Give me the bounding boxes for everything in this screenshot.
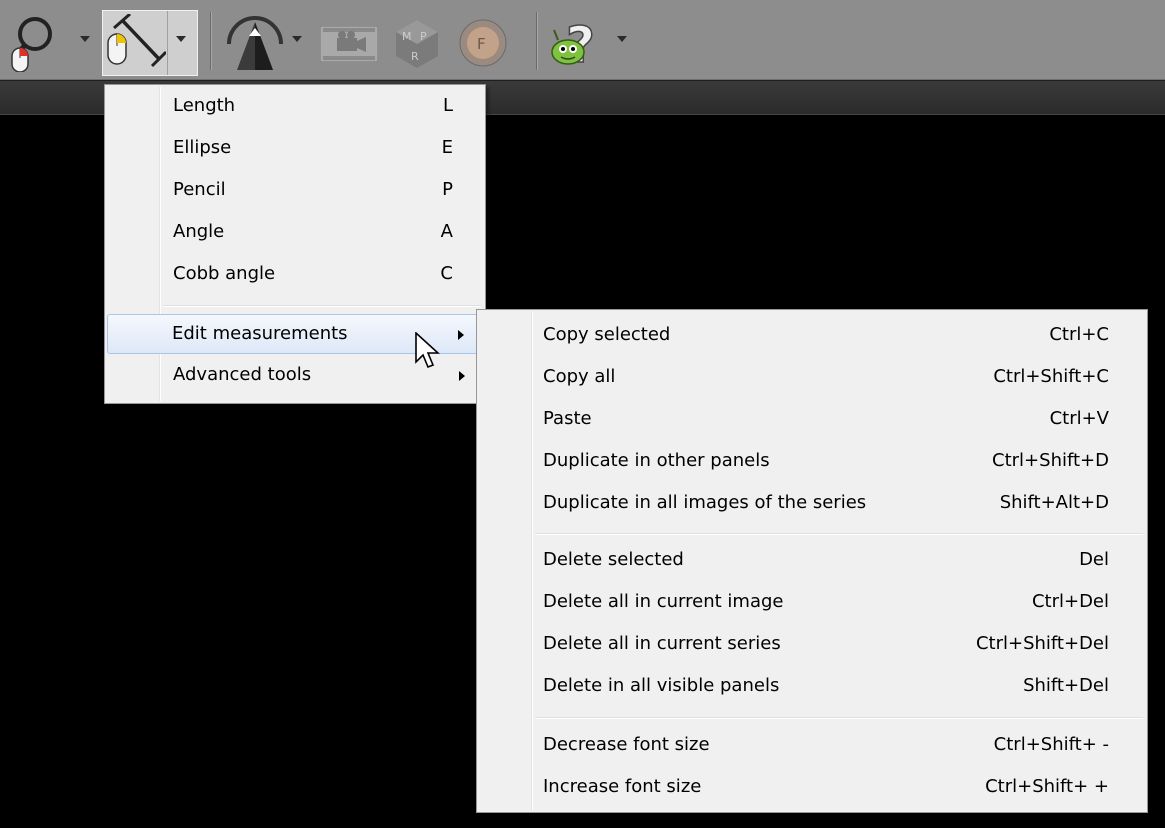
menu-item-delete-current-image[interactable]: Delete all in current image Ctrl+Del <box>479 583 1145 623</box>
svg-text:R: R <box>411 50 419 63</box>
menu-item-shortcut: Ctrl+Shift+ - <box>993 734 1109 755</box>
magnifier-dropdown-arrow-icon[interactable] <box>80 36 90 42</box>
menu-item-label: Copy selected <box>543 324 671 345</box>
toolbar-separator <box>210 12 212 70</box>
menu-item-shortcut: Ctrl+Shift+ + <box>985 776 1109 797</box>
menu-item-label: Copy all <box>543 366 616 387</box>
mpr-icon[interactable]: M P R <box>392 18 442 68</box>
menu-item-increase-font[interactable]: Increase font size Ctrl+Shift+ + <box>479 768 1145 808</box>
menu-item-label: Pencil <box>173 179 226 200</box>
menu-item-label: Cobb angle <box>173 263 276 284</box>
menu-item-angle[interactable]: Angle A <box>107 213 483 253</box>
menu-item-label: Decrease font size <box>543 734 710 755</box>
menu-item-copy-all[interactable]: Copy all Ctrl+Shift+C <box>479 358 1145 398</box>
menu-item-label: Advanced tools <box>173 364 312 385</box>
menu-item-shortcut: E <box>441 137 453 158</box>
menu-item-shortcut: L <box>442 95 453 116</box>
menu-item-delete-selected[interactable]: Delete selected Del <box>479 541 1145 581</box>
svg-text:M: M <box>402 30 412 43</box>
3d-dropdown-arrow-icon[interactable] <box>292 36 302 42</box>
menu-item-delete-visible-panels[interactable]: Delete in all visible panels Shift+Del <box>479 667 1145 707</box>
svg-text:F: F <box>477 35 486 53</box>
menu-item-shortcut: C <box>440 263 453 284</box>
menu-item-label: Edit measurements <box>172 323 348 344</box>
menu-item-label: Angle <box>173 221 225 242</box>
menu-item-label: Delete selected <box>543 549 684 570</box>
menu-item-shortcut: Shift+Del <box>1023 675 1109 696</box>
menu-item-duplicate-other-panels[interactable]: Duplicate in other panels Ctrl+Shift+D <box>479 442 1145 482</box>
menu-item-ellipse[interactable]: Ellipse E <box>107 129 483 169</box>
svg-text:P: P <box>420 30 427 43</box>
menu-item-shortcut: A <box>440 221 453 242</box>
menu-item-shortcut: Ctrl+V <box>1049 408 1109 429</box>
menu-item-label: Increase font size <box>543 776 702 797</box>
menu-separator <box>535 717 1143 719</box>
3d-tool-icon[interactable] <box>225 14 285 72</box>
help-icon[interactable]: ? <box>548 14 610 75</box>
mouse-pointer-icon <box>414 331 441 370</box>
menu-item-shortcut: Ctrl+Shift+D <box>992 450 1109 471</box>
menu-separator <box>163 305 481 307</box>
menu-item-label: Duplicate in other panels <box>543 450 770 471</box>
main-toolbar: M P R F ? <box>0 0 1165 80</box>
menu-item-shortcut: Ctrl+Del <box>1031 591 1109 612</box>
menu-item-delete-current-series[interactable]: Delete all in current series Ctrl+Shift+… <box>479 625 1145 665</box>
toolbar-separator <box>536 12 538 70</box>
menu-item-cobb-angle[interactable]: Cobb angle C <box>107 255 483 295</box>
menu-item-decrease-font[interactable]: Decrease font size Ctrl+Shift+ - <box>479 726 1145 766</box>
menu-item-label: Paste <box>543 408 592 429</box>
menu-item-shortcut: Shift+Alt+D <box>999 492 1109 513</box>
menu-item-duplicate-all-images[interactable]: Duplicate in all images of the series Sh… <box>479 484 1145 524</box>
menu-item-shortcut: Ctrl+C <box>1049 324 1109 345</box>
menu-item-label: Length <box>173 95 236 116</box>
measure-dropdown-arrow-icon[interactable] <box>176 36 186 42</box>
menu-item-shortcut: Del <box>1079 549 1109 570</box>
edit-measurements-submenu: Copy selected Ctrl+C Copy all Ctrl+Shift… <box>476 309 1148 813</box>
menu-item-paste[interactable]: Paste Ctrl+V <box>479 400 1145 440</box>
menu-item-shortcut: P <box>442 179 453 200</box>
magnifier-icon[interactable] <box>8 14 68 73</box>
submenu-arrow-icon <box>458 330 464 340</box>
menu-item-label: Delete all in current series <box>543 633 781 654</box>
menu-item-copy-selected[interactable]: Copy selected Ctrl+C <box>479 316 1145 356</box>
fusion-icon[interactable]: F <box>458 18 508 68</box>
menu-item-pencil[interactable]: Pencil P <box>107 171 483 211</box>
help-dropdown-arrow-icon[interactable] <box>617 36 627 42</box>
menu-item-label: Delete all in current image <box>543 591 784 612</box>
menu-separator <box>535 533 1143 535</box>
menu-item-length[interactable]: Length L <box>107 87 483 127</box>
menu-item-label: Duplicate in all images of the series <box>543 492 867 513</box>
menu-item-shortcut: Ctrl+Shift+Del <box>975 633 1109 654</box>
menu-item-label: Delete in all visible panels <box>543 675 780 696</box>
menu-item-label: Ellipse <box>173 137 232 158</box>
measure-tool-icon[interactable] <box>106 12 168 72</box>
submenu-arrow-icon <box>459 371 465 381</box>
cine-film-icon[interactable] <box>319 25 379 63</box>
menu-item-shortcut: Ctrl+Shift+C <box>993 366 1109 387</box>
